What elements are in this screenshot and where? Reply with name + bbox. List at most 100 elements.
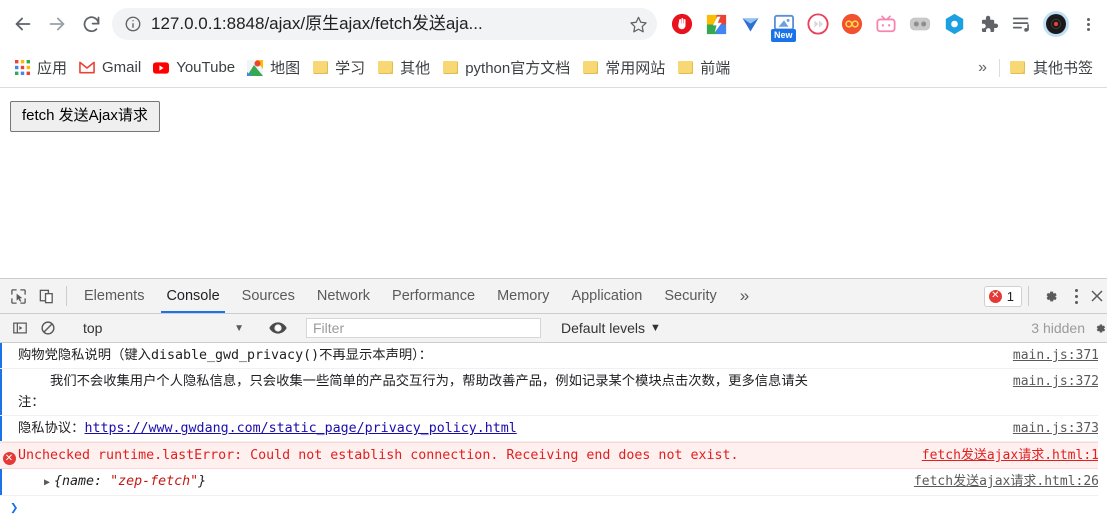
folder-icon [1010,60,1026,76]
console-message-source-link[interactable]: main.js:373 [1013,418,1099,439]
bookmark-gmail[interactable]: Gmail [73,55,147,81]
fast-forward-extension-icon[interactable] [803,9,833,39]
console-message-source-link[interactable]: main.js:372 [1013,371,1099,392]
blue-hexagon-extension-icon[interactable] [939,9,969,39]
folder-icon [312,60,328,76]
log-levels-selector[interactable]: Default levels ▼ [561,320,661,336]
execution-context-selector[interactable]: top ▼ [75,318,250,339]
infinity-extension-icon[interactable] [837,9,867,39]
tab-security[interactable]: Security [653,279,727,313]
bookmark-other-bookmarks[interactable]: 其他书签 [1004,55,1099,81]
bookmark-apps[interactable]: 应用 [8,55,73,81]
reload-button[interactable] [74,7,108,41]
vinyl-record-profile-icon[interactable] [1041,9,1071,39]
object-preview: {name: "zep-fetch"} [54,474,206,489]
tab-application[interactable]: Application [560,279,653,313]
google-maps-icon [247,59,264,76]
error-count-value: 1 [1006,288,1014,304]
extensions-strip: New [665,9,1101,42]
tab-sources[interactable]: Sources [231,279,306,313]
console-scrollbar[interactable] [1098,343,1107,526]
console-settings-icon[interactable] [1093,320,1107,337]
console-prompt[interactable]: ❯ [0,496,1107,520]
error-circle-icon: ✕ [2,452,16,465]
bookmark-folder-frontend[interactable]: 前端 [671,55,736,81]
live-expression-eye-icon[interactable] [263,321,293,335]
tab-performance[interactable]: Performance [381,279,486,313]
bookmarks-overflow-button[interactable]: » [970,59,995,77]
screenshot-extension-icon[interactable]: New [769,9,799,42]
address-bar-text[interactable]: 127.0.0.1:8848/ajax/原生ajax/fetch发送aja... [151,8,625,40]
forward-button[interactable] [40,7,74,41]
bookmark-star-icon[interactable] [625,11,651,37]
console-message-log[interactable]: 我们不会收集用户个人隐私信息，只会收集一些简单的产品交互行为，帮助改善产品，例如… [0,369,1107,416]
console-message-text: 购物党隐私说明（键入disable_gwd_privacy()不再显示本声明）： [18,348,433,363]
message-group-bar [0,343,2,368]
bookmark-label: 其他 [400,60,431,77]
inspect-element-icon[interactable] [4,279,32,313]
tab-memory[interactable]: Memory [486,279,560,313]
console-message-text: ▶ {name: "zep-fetch"} [18,471,906,493]
console-message-log[interactable]: 购物党隐私说明（键入disable_gwd_privacy()不再显示本声明）：… [0,343,1107,369]
gear-icon[interactable] [1035,279,1065,313]
object-suffix: } [198,474,207,489]
hidden-messages-count: 3 hidden [1031,320,1085,336]
console-message-error[interactable]: ✕ Unchecked runtime.lastError: Could not… [0,442,1107,469]
privacy-policy-link[interactable]: https://www.gwdang.com/static_page/priva… [84,421,516,436]
gray-capsule-extension-icon[interactable] [905,9,935,39]
console-message-log-link[interactable]: 隐私协议：https://www.gwdang.com/static_page/… [0,416,1107,442]
console-message-object[interactable]: ▶ {name: "zep-fetch"} fetch发送ajax请求.html:… [0,469,1107,496]
youtube-icon [153,60,170,76]
folder-icon [677,60,693,76]
bookmark-folder-python-docs[interactable]: python官方文档 [436,55,576,81]
browser-window: 127.0.0.1:8848/ajax/原生ajax/fetch发送aja...… [0,0,1107,526]
log-levels-label: Default levels [561,320,646,336]
devtools-status-divider [1028,286,1029,306]
colorful-square-extension-icon[interactable] [701,9,731,39]
bookmark-folder-common-sites[interactable]: 常用网站 [576,55,671,81]
back-button[interactable] [6,7,40,41]
tab-network[interactable]: Network [306,279,381,313]
bookmark-youtube[interactable]: YouTube [147,55,241,81]
message-group-bar [0,369,2,415]
console-message-source-link[interactable]: fetch发送ajax请求.html:1 [922,445,1099,466]
message-gutter [0,345,18,348]
error-count-badge[interactable]: ✕ 1 [983,285,1022,307]
browser-menu-kebab-icon[interactable] [1075,9,1101,39]
apps-grid-icon [14,60,30,76]
close-icon[interactable] [1087,279,1107,313]
devtools-kebab-icon[interactable] [1065,279,1087,313]
playlist-music-icon[interactable] [1007,9,1037,39]
no-entry-clear-console-icon[interactable] [34,320,62,336]
bookmark-folder-other[interactable]: 其他 [371,55,436,81]
folder-icon [377,60,393,76]
fetch-send-ajax-button[interactable]: fetch 发送Ajax请求 [10,101,160,132]
site-info-icon[interactable] [124,15,142,33]
device-toolbar-icon[interactable] [32,279,60,313]
console-sidebar-icon[interactable] [6,320,34,336]
bookmark-maps[interactable]: 地图 [241,55,306,81]
message-gutter [0,371,18,374]
expand-arrow-icon[interactable]: ▶ [44,477,54,488]
console-filter-input[interactable] [306,318,541,338]
extension-new-badge: New [771,29,796,42]
console-message-source-link[interactable]: main.js:371 [1013,345,1099,366]
blue-diamond-extension-icon[interactable] [735,9,765,39]
message-group-bar [0,469,2,495]
console-message-list[interactable]: 购物党隐私说明（键入disable_gwd_privacy()不再显示本声明）：… [0,343,1107,526]
object-prefix: {name: [54,474,111,489]
bookmarks-bar: 应用 Gmail YouTube 地图 学习 其他 python官方文档 常用网… [0,48,1107,88]
bookmark-label: 地图 [270,60,301,77]
tab-console[interactable]: Console [155,279,230,313]
console-message-text: Unchecked runtime.lastError: Could not e… [18,448,739,463]
tab-elements[interactable]: Elements [73,279,155,313]
more-tabs-button[interactable]: » [728,279,761,313]
pink-tv-extension-icon[interactable] [871,9,901,39]
puzzle-extensions-icon[interactable] [973,9,1003,39]
address-bar[interactable]: 127.0.0.1:8848/ajax/原生ajax/fetch发送aja... [112,8,657,40]
prompt-caret-icon: ❯ [10,500,19,516]
folder-icon [442,60,458,76]
adblock-extension-icon[interactable] [667,9,697,39]
bookmark-folder-study[interactable]: 学习 [306,55,371,81]
console-message-source-link[interactable]: fetch发送ajax请求.html:26 [914,471,1099,492]
